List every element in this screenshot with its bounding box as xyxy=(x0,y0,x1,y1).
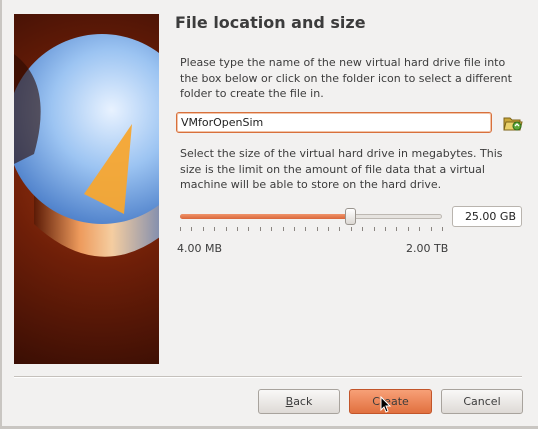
location-description: Please type the name of the new virtual … xyxy=(180,56,512,100)
size-slider-handle[interactable] xyxy=(345,208,356,225)
slider-tick xyxy=(396,227,397,231)
slider-tick xyxy=(260,227,261,231)
slider-tick xyxy=(214,227,215,231)
slider-tick xyxy=(283,227,284,231)
slider-tick xyxy=(374,227,375,231)
size-value-input[interactable] xyxy=(452,206,522,227)
page-title: File location and size xyxy=(175,13,366,32)
cancel-button[interactable]: Cancel xyxy=(441,389,523,414)
slider-tick xyxy=(271,227,272,231)
disk-illustration-icon xyxy=(14,34,159,257)
size-max-label: 2.00 TB xyxy=(406,242,449,255)
button-separator-highlight xyxy=(14,377,522,378)
slider-tick xyxy=(317,227,318,231)
slider-tick xyxy=(408,227,409,231)
wizard-banner-image xyxy=(14,14,159,364)
file-name-input[interactable] xyxy=(176,112,492,133)
mouse-cursor-icon xyxy=(380,395,392,418)
slider-tick xyxy=(305,227,306,231)
folder-open-icon xyxy=(503,117,523,131)
slider-tick xyxy=(248,227,249,231)
slider-tick xyxy=(339,227,340,231)
slider-tick xyxy=(237,227,238,231)
slider-tick xyxy=(385,227,386,231)
back-button-label: Back xyxy=(285,395,313,408)
slider-tick xyxy=(191,227,192,231)
slider-tick xyxy=(362,227,363,231)
window-border-left xyxy=(0,0,2,429)
slider-tick xyxy=(203,227,204,231)
slider-tick xyxy=(351,227,352,231)
slider-tick xyxy=(180,227,181,231)
slider-tick xyxy=(419,227,420,231)
back-button[interactable]: Back xyxy=(258,389,340,414)
choose-folder-button[interactable] xyxy=(503,114,523,132)
size-min-label: 4.00 MB xyxy=(177,242,223,255)
slider-tick xyxy=(431,227,432,231)
slider-tick xyxy=(294,227,295,231)
size-slider-fill xyxy=(180,214,350,219)
slider-tick xyxy=(226,227,227,231)
size-slider-ticks xyxy=(180,227,443,231)
slider-tick xyxy=(328,227,329,231)
size-description: Select the size of the virtual hard driv… xyxy=(180,147,503,191)
slider-tick xyxy=(442,227,443,231)
